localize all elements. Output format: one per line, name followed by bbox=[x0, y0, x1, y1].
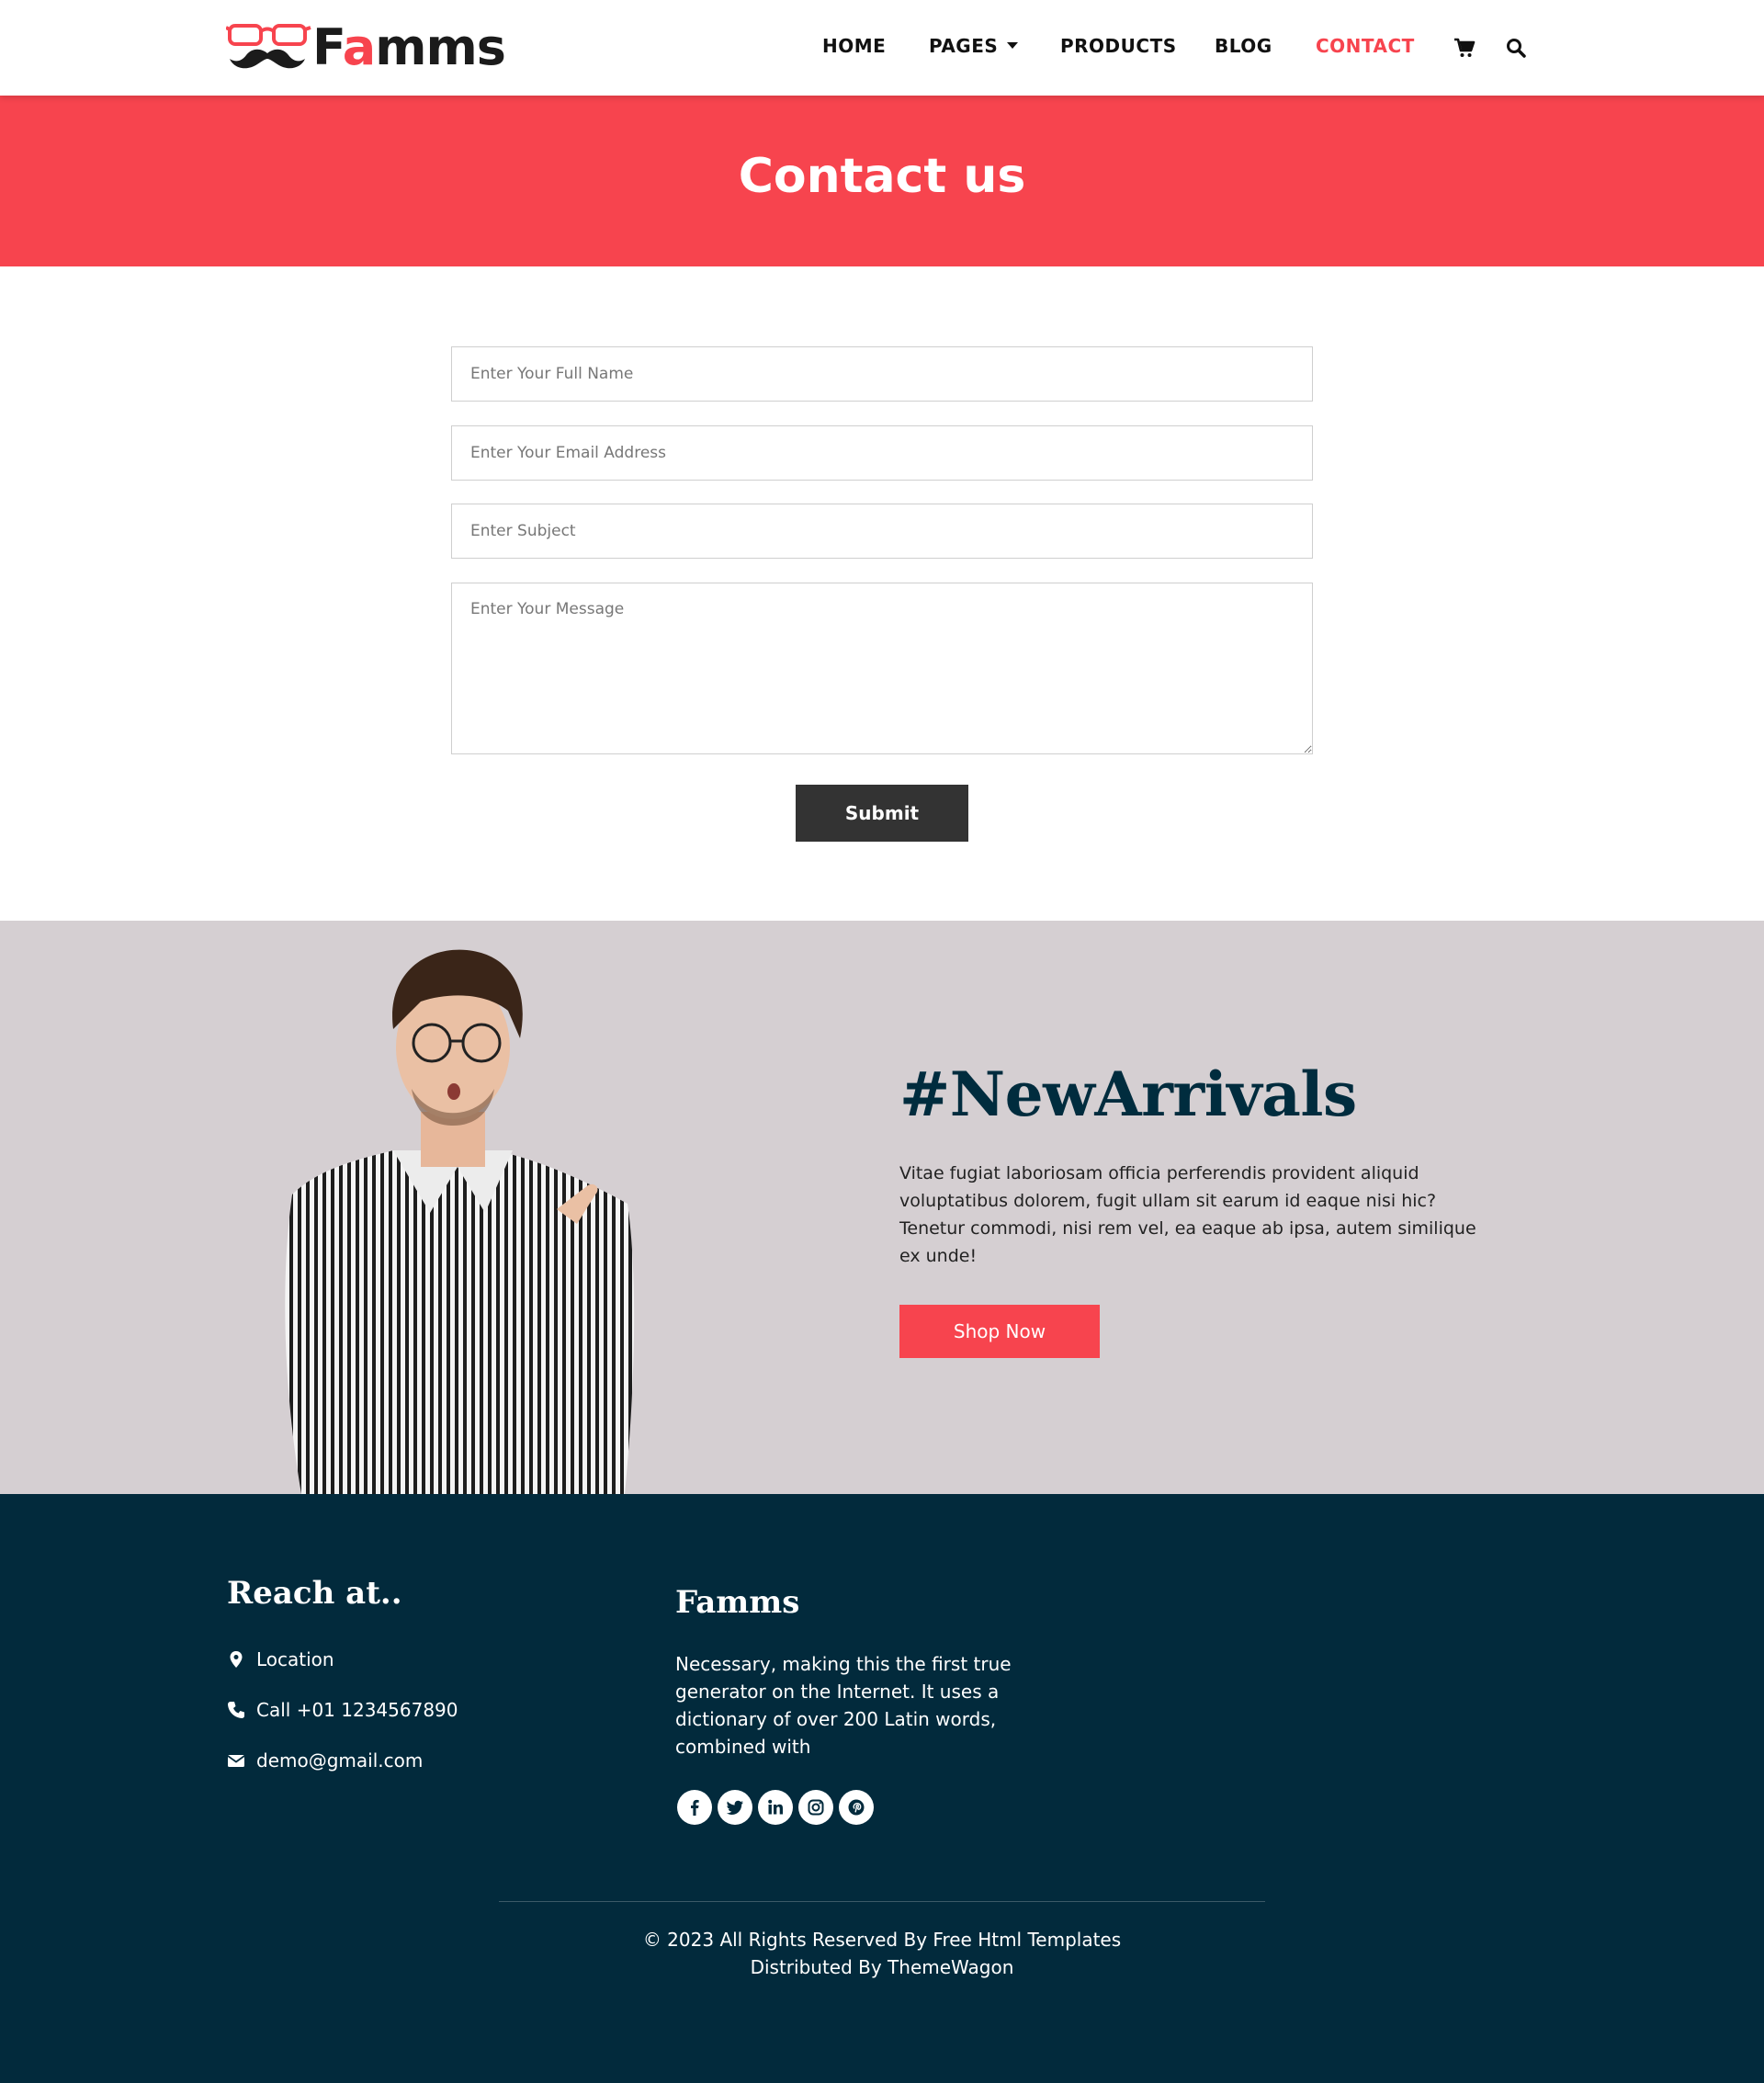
arrivals-description: Vitae fugiat laboriosam officia perferen… bbox=[899, 1163, 1476, 1266]
phone-text: Call +01 1234567890 bbox=[256, 1699, 458, 1721]
nav-home[interactable]: HOME bbox=[822, 35, 886, 57]
nav-pages-label: PAGES bbox=[929, 35, 999, 57]
instagram-icon[interactable] bbox=[798, 1790, 833, 1825]
pinterest-icon[interactable] bbox=[839, 1790, 874, 1825]
email-input[interactable] bbox=[451, 425, 1313, 481]
site-footer: Reach at.. Location Call +01 1234567890 … bbox=[0, 1494, 1764, 2083]
footer-location[interactable]: Location bbox=[227, 1648, 334, 1670]
nav-blog[interactable]: BLOG bbox=[1215, 35, 1272, 57]
page-hero: Contact us bbox=[0, 96, 1764, 266]
location-text: Location bbox=[256, 1648, 334, 1670]
email-text: demo@gmail.com bbox=[256, 1749, 424, 1772]
footer-divider bbox=[499, 1901, 1265, 1902]
nav-contact[interactable]: CONTACT bbox=[1316, 35, 1415, 57]
site-header: Famms HOME PAGES PRODUCTS BLOG CONTACT bbox=[0, 0, 1764, 96]
linkedin-icon[interactable] bbox=[758, 1790, 793, 1825]
arrivals-title: #NewArrivals bbox=[899, 1058, 1357, 1130]
subject-input[interactable] bbox=[451, 504, 1313, 559]
main-nav: HOME PAGES PRODUCTS BLOG CONTACT bbox=[0, 29, 1764, 66]
nav-products[interactable]: PRODUCTS bbox=[1060, 35, 1177, 57]
distributed-line[interactable]: Distributed By ThemeWagon bbox=[0, 1953, 1764, 1981]
footer-brand-title: Famms bbox=[675, 1584, 800, 1621]
shop-now-button[interactable]: Shop Now bbox=[899, 1305, 1100, 1358]
page-title: Contact us bbox=[738, 149, 1026, 204]
reach-title: Reach at.. bbox=[227, 1575, 402, 1612]
submit-button[interactable]: Submit bbox=[796, 785, 968, 842]
search-icon[interactable] bbox=[1505, 37, 1527, 59]
map-marker-icon bbox=[230, 1651, 243, 1668]
footer-phone[interactable]: Call +01 1234567890 bbox=[227, 1699, 458, 1721]
social-links bbox=[677, 1790, 874, 1825]
copyright: © 2023 All Rights Reserved By Free Html … bbox=[0, 1926, 1764, 1981]
nav-pages[interactable]: PAGES bbox=[929, 35, 1019, 57]
twitter-icon[interactable] bbox=[718, 1790, 752, 1825]
model-photo bbox=[285, 949, 635, 1494]
phone-icon bbox=[228, 1702, 244, 1718]
new-arrivals-section: #NewArrivals Vitae fugiat laboriosam off… bbox=[0, 921, 1764, 1494]
envelope-icon bbox=[227, 1755, 245, 1767]
copyright-line[interactable]: © 2023 All Rights Reserved By Free Html … bbox=[0, 1926, 1764, 1953]
cart-icon[interactable] bbox=[1453, 37, 1476, 59]
full-name-input[interactable] bbox=[451, 346, 1313, 402]
facebook-icon[interactable] bbox=[677, 1790, 712, 1825]
chevron-down-icon bbox=[1007, 42, 1019, 49]
footer-email[interactable]: demo@gmail.com bbox=[227, 1749, 423, 1772]
footer-brand-text: Necessary, making this the first true ge… bbox=[675, 1653, 1012, 1758]
message-textarea[interactable] bbox=[451, 583, 1313, 754]
